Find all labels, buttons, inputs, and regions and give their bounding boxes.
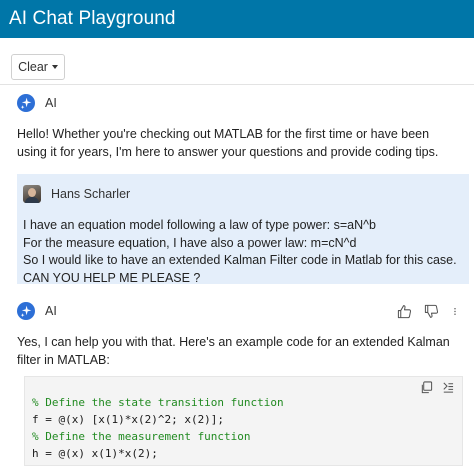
ai-message: AI Yes, I can help you with that. Here's… [17, 300, 469, 369]
ai-sparkle-icon [17, 94, 35, 112]
app-title: AI Chat Playground [9, 8, 176, 29]
app-header: AI Chat Playground [0, 0, 474, 38]
sender-name: AI [45, 304, 57, 318]
message-text: I have an equation model following a law… [23, 217, 469, 287]
code-line: % Define the measurement function [32, 430, 251, 443]
feedback-actions [397, 304, 459, 319]
message-sender: AI [17, 92, 469, 114]
chevron-down-icon [51, 65, 58, 69]
code-line: h = @(x) x(1)*x(2); [32, 447, 158, 460]
message-line: For the measure equation, I have also a … [23, 235, 357, 250]
message-sender: Hans Scharler [23, 183, 469, 205]
sender-name: AI [45, 96, 57, 110]
ai-sparkle-icon [17, 302, 35, 320]
message-text: Yes, I can help you with that. Here's an… [17, 335, 450, 367]
code-line: % Define the state transition function [32, 396, 284, 409]
insert-code-icon[interactable] [441, 381, 454, 394]
code-tools [420, 381, 454, 394]
thumbs-down-icon[interactable] [424, 304, 439, 319]
ai-message: AI Hello! Whether you're checking out MA… [17, 92, 469, 161]
copy-icon[interactable] [420, 381, 433, 394]
toolbar: Clear [0, 38, 474, 85]
message-text: Hello! Whether you're checking out MATLA… [17, 127, 439, 159]
more-vertical-icon[interactable] [451, 304, 459, 319]
message-line: So I would like to have an extended Kalm… [23, 253, 457, 285]
sender-name: Hans Scharler [51, 187, 131, 201]
code-block: % Define the state transition function f… [24, 376, 463, 466]
user-avatar [23, 185, 41, 203]
message-line: I have an equation model following a law… [23, 218, 376, 232]
thumbs-up-icon[interactable] [397, 304, 412, 319]
code-line: f = @(x) [x(1)*x(2)^2; x(2)]; [32, 413, 225, 426]
user-message: Hans Scharler I have an equation model f… [17, 174, 469, 287]
clear-button-label: Clear [18, 60, 48, 74]
clear-button[interactable]: Clear [11, 54, 65, 80]
